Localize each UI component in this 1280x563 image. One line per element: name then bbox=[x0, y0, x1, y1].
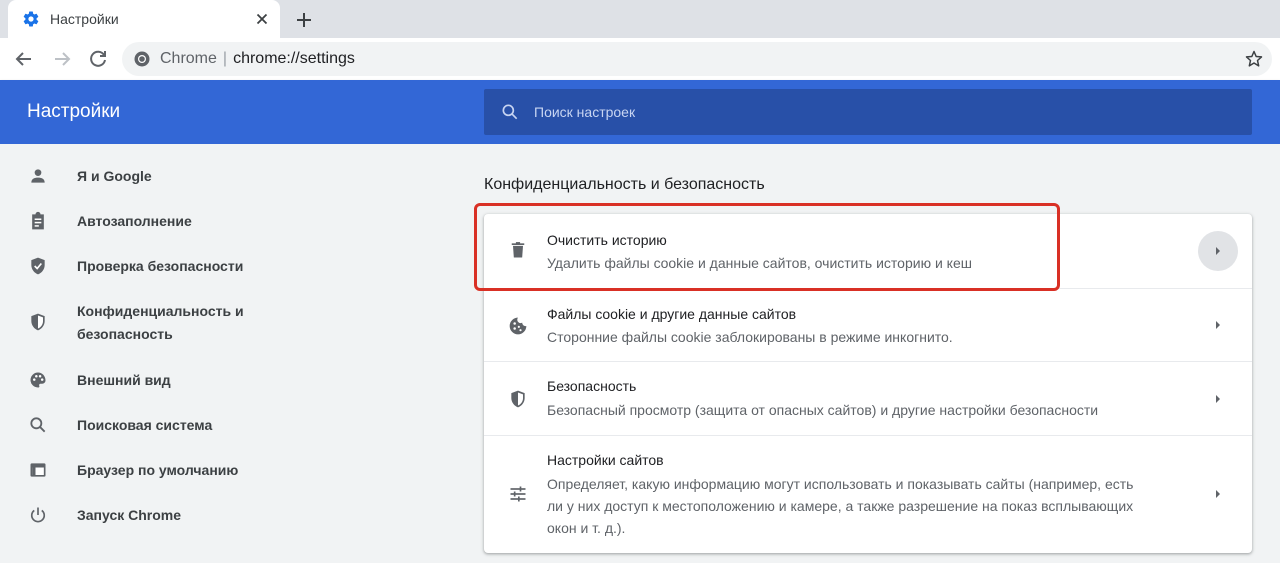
sidebar-item-search-engine[interactable]: Поисковая система bbox=[0, 401, 280, 445]
chevron-right-icon[interactable] bbox=[1210, 486, 1226, 502]
sidebar-item-label: Проверка безопасности bbox=[77, 258, 244, 274]
forward-arrow-icon[interactable] bbox=[50, 47, 74, 71]
row-subtitle-line3: окон и т. д.). bbox=[547, 520, 626, 536]
search-icon bbox=[502, 104, 518, 120]
bookmark-star-icon[interactable] bbox=[1244, 49, 1264, 69]
row-subtitle-line1: Определяет, какую информацию могут испол… bbox=[547, 476, 1134, 492]
sidebar-item-label: Автозаполнение bbox=[77, 213, 192, 229]
tab-settings[interactable]: Настройки bbox=[8, 0, 280, 38]
sidebar-item-label: Конфиденциальность и bbox=[77, 303, 244, 319]
close-icon[interactable] bbox=[252, 9, 272, 29]
back-arrow-icon[interactable] bbox=[12, 47, 36, 71]
row-subtitle: Сторонние файлы cookie заблокированы в р… bbox=[547, 329, 953, 345]
row-subtitle-line2: ли у них доступ к местоположению и камер… bbox=[547, 498, 1134, 514]
highlight-box bbox=[474, 203, 1060, 291]
sidebar-item-label: Я и Google bbox=[77, 168, 152, 184]
row-title: Настройки сайтов bbox=[547, 452, 664, 468]
address-bar[interactable]: Chrome | chrome://settings bbox=[122, 42, 1272, 76]
sidebar-item-label: Поисковая система bbox=[77, 417, 213, 433]
section-title: Конфиденциальность и безопасность bbox=[484, 176, 765, 193]
omnibox-label: Chrome bbox=[160, 50, 217, 67]
row-subtitle: Безопасный просмотр (защита от опасных с… bbox=[547, 402, 1099, 418]
browser-toolbar: Chrome | chrome://settings bbox=[0, 38, 1280, 80]
sidebar-item-default-browser[interactable]: Браузер по умолчанию bbox=[0, 446, 280, 490]
sidebar-item-on-startup[interactable]: Запуск Chrome bbox=[0, 491, 280, 535]
tune-icon bbox=[510, 486, 526, 502]
sidebar-item-you-and-google[interactable]: Я и Google bbox=[0, 152, 280, 196]
reload-icon[interactable] bbox=[86, 47, 110, 71]
sidebar-item-label: Браузер по умолчанию bbox=[77, 462, 239, 478]
row-title: Безопасность bbox=[547, 378, 637, 394]
omnibox-separator: | bbox=[222, 50, 228, 67]
settings-header: Настройки bbox=[0, 80, 1280, 144]
shield-check-icon bbox=[31, 257, 45, 275]
search-input[interactable] bbox=[534, 89, 1234, 135]
tab-strip: Настройки bbox=[0, 0, 1280, 38]
person-icon bbox=[31, 169, 45, 183]
row-site-settings[interactable]: Настройки сайтов Определяет, какую инфор… bbox=[484, 435, 1252, 553]
arrow-button-circle[interactable] bbox=[1198, 231, 1238, 271]
sidebar-item-label: Внешний вид bbox=[77, 372, 171, 388]
shield-icon bbox=[31, 313, 45, 331]
search-box[interactable] bbox=[484, 89, 1252, 135]
row-security[interactable]: Безопасность Безопасный просмотр (защита… bbox=[484, 361, 1252, 435]
cookie-icon bbox=[509, 317, 527, 335]
tab-title: Настройки bbox=[50, 11, 119, 27]
page-title: Настройки bbox=[27, 101, 121, 122]
chevron-right-icon bbox=[1216, 247, 1220, 255]
sidebar-item-safety-check[interactable]: Проверка безопасности bbox=[0, 242, 280, 286]
chevron-right-icon[interactable] bbox=[1210, 317, 1226, 333]
browser-icon bbox=[30, 463, 46, 477]
address-text: Chrome | chrome://settings bbox=[160, 50, 355, 68]
shield-icon bbox=[511, 390, 525, 408]
gear-icon bbox=[23, 11, 39, 27]
row-title: Файлы cookie и другие данные сайтов bbox=[547, 306, 797, 322]
chrome-icon bbox=[134, 51, 150, 67]
clipboard-icon bbox=[32, 211, 44, 230]
sidebar-item-appearance[interactable]: Внешний вид bbox=[0, 356, 280, 400]
search-icon bbox=[30, 417, 46, 433]
sidebar-item-label: Запуск Chrome bbox=[77, 507, 182, 523]
new-tab-plus-icon[interactable] bbox=[292, 8, 316, 32]
power-icon bbox=[30, 507, 46, 523]
sidebar-item-autofill[interactable]: Автозаполнение bbox=[0, 197, 280, 241]
palette-icon bbox=[30, 372, 46, 388]
chevron-right-icon[interactable] bbox=[1210, 391, 1226, 407]
row-cookies[interactable]: Файлы cookie и другие данные сайтов Стор… bbox=[484, 288, 1252, 361]
sidebar-item-privacy[interactable]: Конфиденциальность и безопасность bbox=[0, 287, 280, 353]
sidebar-item-label-line2: безопасность bbox=[77, 326, 173, 342]
omnibox-url: chrome://settings bbox=[233, 50, 355, 67]
